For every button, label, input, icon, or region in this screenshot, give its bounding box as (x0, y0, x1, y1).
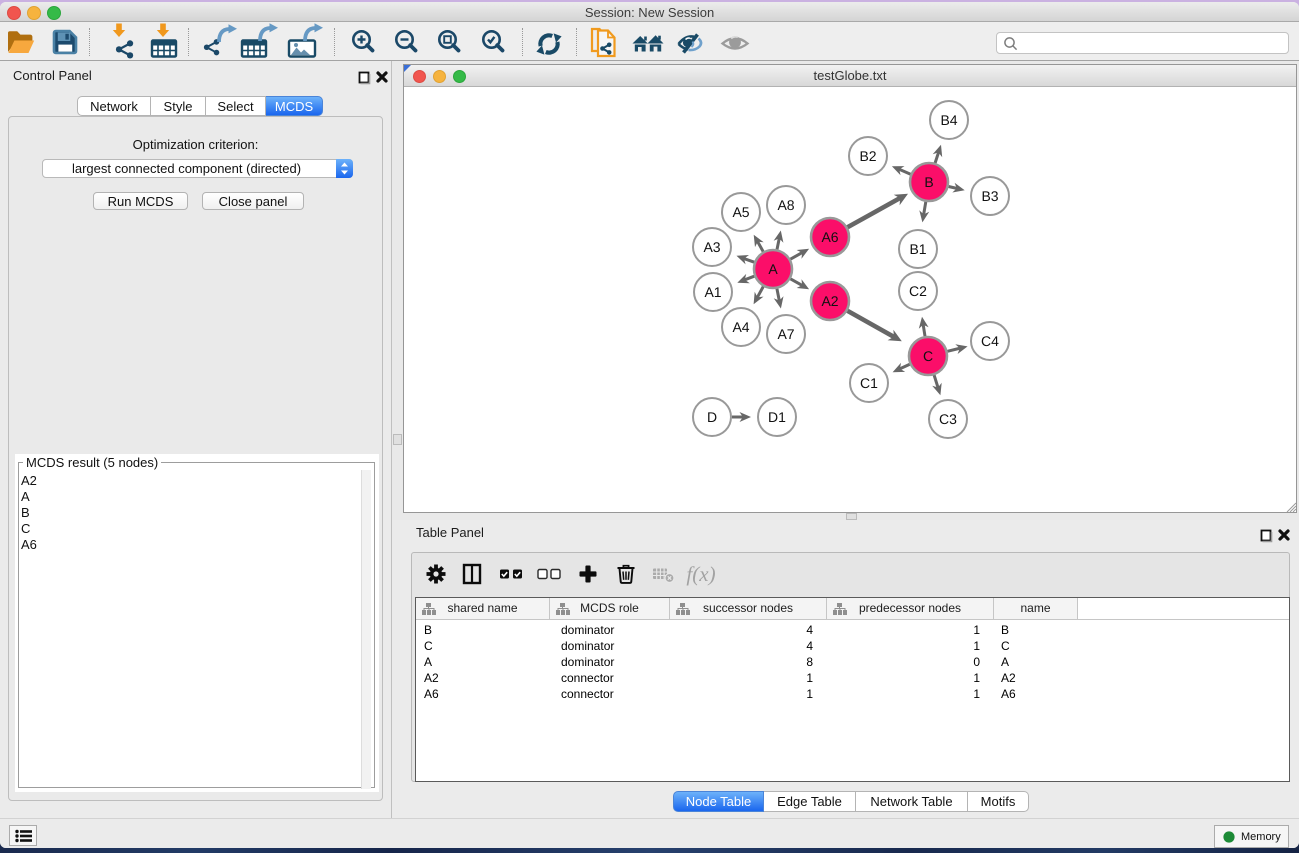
svg-text:A5: A5 (732, 204, 749, 220)
svg-text:A6: A6 (821, 229, 838, 245)
svg-text:C4: C4 (981, 333, 999, 349)
svg-text:B: B (924, 174, 933, 190)
svg-text:A3: A3 (703, 239, 720, 255)
svg-text:f(x): f(x) (686, 562, 715, 586)
svg-text:B3: B3 (981, 188, 998, 204)
svg-text:A: A (768, 261, 778, 277)
svg-text:C: C (923, 348, 933, 364)
svg-text:B4: B4 (940, 112, 957, 128)
svg-text:C2: C2 (909, 283, 927, 299)
svg-text:B1: B1 (909, 241, 926, 257)
svg-text:A1: A1 (704, 284, 721, 300)
svg-text:D: D (707, 409, 717, 425)
svg-text:D1: D1 (768, 409, 786, 425)
svg-text:B2: B2 (859, 148, 876, 164)
svg-text:A2: A2 (821, 293, 838, 309)
svg-text:A7: A7 (777, 326, 794, 342)
svg-text:A8: A8 (777, 197, 794, 213)
svg-text:A4: A4 (732, 319, 749, 335)
svg-text:C1: C1 (860, 375, 878, 391)
svg-text:C3: C3 (939, 411, 957, 427)
